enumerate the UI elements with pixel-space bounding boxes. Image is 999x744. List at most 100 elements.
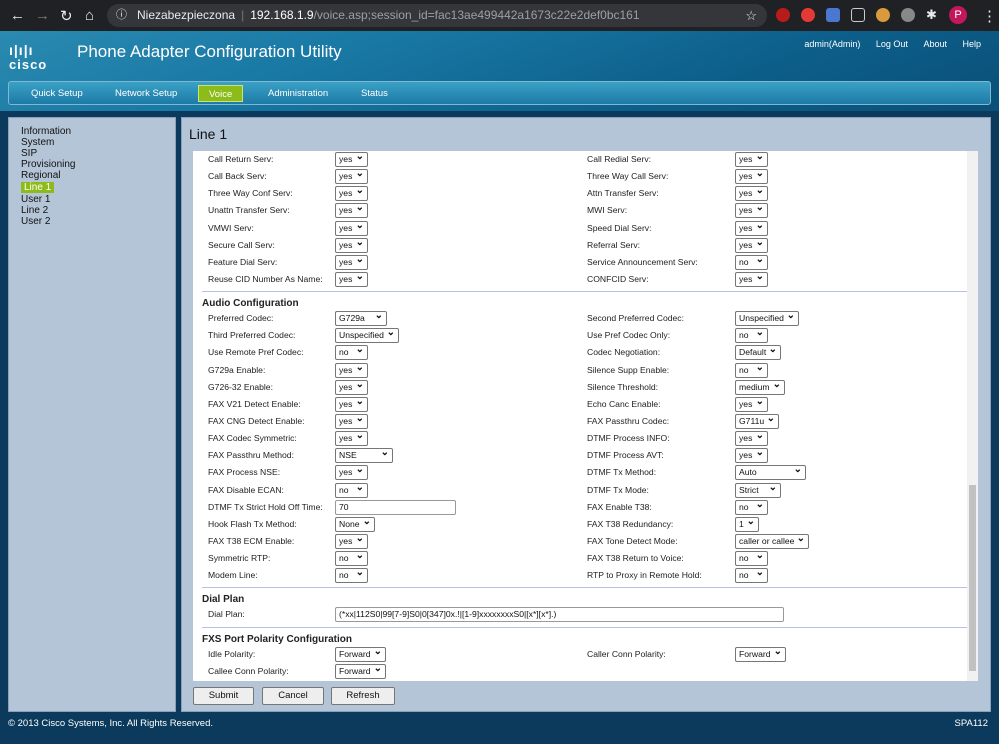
fax-disable-ecan-select[interactable]: no	[335, 481, 368, 498]
cookie-icon[interactable]	[876, 8, 890, 22]
section-title: Dial Plan	[202, 594, 245, 606]
dtmf-tx-mode-select[interactable]: Strict	[735, 481, 781, 498]
call-return-serv-select[interactable]: yes	[335, 151, 368, 167]
modem-line-select[interactable]: no	[335, 566, 368, 584]
form-row: FAX V21 Detect Enable: yes Echo Canc Enabl…	[193, 395, 978, 413]
info-icon: ⓘ	[116, 9, 127, 21]
idle-polarity-select[interactable]: Forward	[335, 645, 386, 662]
cancel-button[interactable]: Cancel	[262, 687, 324, 705]
sidebar-item-line-1[interactable]: Line 1	[21, 182, 55, 193]
symmetric-rtp-select[interactable]: no	[335, 549, 368, 567]
sidebar-item-line-2[interactable]: Line 2	[20, 205, 164, 216]
reuse-cid-number-as-name-select[interactable]: yes	[335, 270, 368, 287]
g729a-enable-select[interactable]: yes	[335, 361, 368, 378]
field-label: Silence Threshold:	[587, 381, 659, 392]
rtp-to-proxy-in-remote-hold-select[interactable]: no	[735, 566, 768, 584]
profile-avatar[interactable]: P	[949, 6, 967, 24]
codec-negotiation-select[interactable]: Default	[735, 343, 781, 361]
about-link[interactable]: About	[923, 39, 947, 49]
mwi-serv-select[interactable]: yes	[735, 201, 768, 219]
fax-passthru-method-select[interactable]: NSE	[335, 446, 393, 464]
bookmark-star-icon[interactable]: ☆	[745, 4, 757, 27]
fax-t38-return-to-voice-select[interactable]: no	[735, 549, 768, 567]
three-way-call-serv-select[interactable]: yes	[735, 167, 768, 185]
callee-conn-polarity-select[interactable]: Forward	[335, 662, 386, 679]
call-redial-serv-select[interactable]: yes	[735, 151, 768, 167]
fax-passthru-codec-select[interactable]: G711u	[735, 412, 779, 429]
tab-administration[interactable]: Administration	[258, 85, 338, 102]
use-remote-pref-codec-select[interactable]: no	[335, 343, 368, 361]
puzzle-extensions-icon[interactable]: ✱	[926, 7, 937, 23]
field-label: Preferred Codec:	[208, 313, 274, 324]
fax-enable-t38-select[interactable]: no	[735, 498, 768, 515]
referral-serv-select[interactable]: yes	[735, 236, 768, 253]
dial-plan-input[interactable]: (*xx|112S0|99[7-9]S0|0[347]0x.!|[1-9]xxx…	[335, 607, 784, 623]
service-announcement-serv-select[interactable]: no	[735, 253, 768, 270]
app-title: Phone Adapter Configuration Utility	[77, 42, 342, 61]
three-way-conf-serv-select[interactable]: yes	[335, 184, 368, 202]
dtmf-process-info-select[interactable]: yes	[735, 429, 768, 447]
sidebar-item-provisioning[interactable]: Provisioning	[20, 159, 164, 170]
ublock-icon[interactable]	[776, 8, 790, 22]
menu-kebab-icon[interactable]: ⋮	[982, 7, 997, 25]
preferred-codec-select[interactable]: G729a	[335, 309, 387, 327]
fax-codec-symmetric-select[interactable]: yes	[335, 429, 368, 447]
dtmf-tx-method-select[interactable]: Auto	[735, 463, 806, 481]
refresh-button[interactable]: Refresh	[331, 687, 395, 705]
fax-process-nse-select[interactable]: yes	[335, 463, 368, 481]
scrollbar-thumb[interactable]	[969, 485, 976, 671]
back-icon[interactable]: ←	[10, 7, 25, 24]
secure-call-serv-select[interactable]: yes	[335, 236, 368, 253]
use-pref-codec-only-select[interactable]: no	[735, 326, 768, 344]
g726-32-enable-select[interactable]: yes	[335, 378, 368, 395]
form-row: Unattn Transfer Serv: yes MWI Serv: yes	[193, 201, 978, 219]
fax-t38-redundancy-select[interactable]: 1	[735, 515, 759, 532]
scrollbar[interactable]	[967, 151, 978, 681]
vmwi-serv-select[interactable]: yes	[335, 219, 368, 236]
extension-icon[interactable]	[901, 8, 915, 22]
reader-extension-icon[interactable]	[851, 8, 865, 22]
tab-status[interactable]: Status	[351, 85, 398, 102]
fax-tone-detect-mode-select[interactable]: caller or callee	[735, 532, 809, 549]
feature-dial-serv-select[interactable]: yes	[335, 253, 368, 270]
fax-v21-detect-enable-select[interactable]: yes	[335, 395, 368, 412]
sidebar-item-system[interactable]: System	[20, 137, 164, 148]
submit-button[interactable]: Submit	[193, 687, 254, 705]
fax-t38-ecm-enable-select[interactable]: yes	[335, 532, 368, 549]
second-preferred-codec-select[interactable]: Unspecified	[735, 309, 799, 327]
sidebar-item-sip[interactable]: SIP	[20, 148, 164, 159]
form-row: FAX Process NSE: yes DTMF Tx Method: Auto	[193, 463, 978, 481]
speed-dial-serv-select[interactable]: yes	[735, 219, 768, 236]
silence-threshold-select[interactable]: medium	[735, 378, 785, 395]
youtube-extension-icon[interactable]	[801, 8, 815, 22]
sidebar-item-information[interactable]: Information	[20, 126, 164, 137]
form-row: FAX Passthru Method: NSE DTMF Process AVT:…	[193, 446, 978, 464]
sidebar-item-user-1[interactable]: User 1	[20, 194, 164, 205]
logout-link[interactable]: Log Out	[876, 39, 908, 49]
reload-icon[interactable]: ↻	[60, 7, 73, 25]
dtmf-tx-strict-hold-off-time-input[interactable]: 70	[335, 499, 456, 515]
tab-quick-setup[interactable]: Quick Setup	[21, 85, 93, 102]
call-back-serv-select[interactable]: yes	[335, 167, 368, 185]
tab-voice[interactable]: Voice	[198, 85, 244, 102]
forward-icon[interactable]: →	[35, 7, 50, 24]
form-row: Use Remote Pref Codec: no Codec Negotiatio…	[193, 343, 978, 361]
home-icon[interactable]: ⌂	[85, 7, 94, 24]
address-bar[interactable]: ⓘ Niezabezpieczona | 192.168.1.9/voice.asp…	[107, 4, 767, 27]
confcid-serv-select[interactable]: yes	[735, 270, 768, 287]
unattn-transfer-serv-select[interactable]: yes	[335, 201, 368, 219]
echo-canc-enable-select[interactable]: yes	[735, 395, 768, 412]
sidebar-item-user-2[interactable]: User 2	[20, 216, 164, 227]
caller-conn-polarity-select[interactable]: Forward	[735, 645, 786, 662]
attn-transfer-serv-select[interactable]: yes	[735, 184, 768, 202]
dtmf-process-avt-select[interactable]: yes	[735, 446, 768, 464]
form-row: G729a Enable: yes Silence Supp Enable: no	[193, 361, 978, 379]
hook-flash-tx-method-select[interactable]: None	[335, 515, 375, 532]
tab-network-setup[interactable]: Network Setup	[105, 85, 187, 102]
silence-supp-enable-select[interactable]: no	[735, 361, 768, 378]
translate-icon[interactable]	[826, 8, 840, 22]
sidebar-item-regional[interactable]: Regional	[20, 170, 164, 181]
fax-cng-detect-enable-select[interactable]: yes	[335, 412, 368, 429]
help-link[interactable]: Help	[962, 39, 981, 49]
third-preferred-codec-select[interactable]: Unspecified	[335, 326, 399, 344]
